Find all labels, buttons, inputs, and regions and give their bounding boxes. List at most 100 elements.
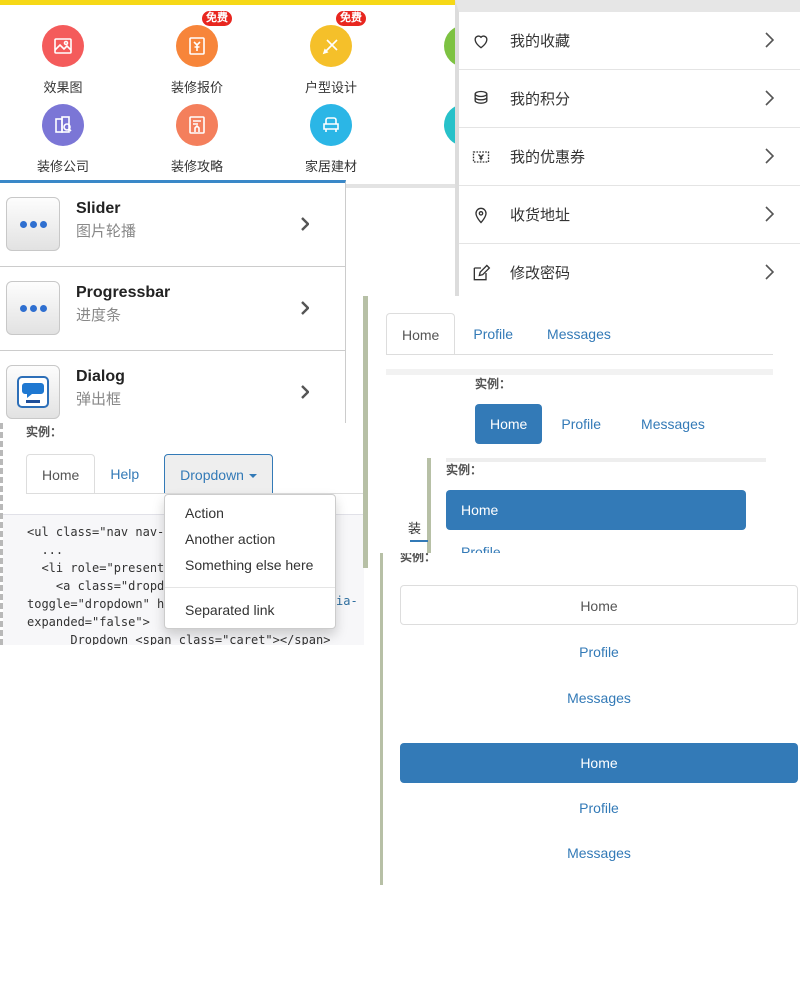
user-menu-panel: 我的收藏 我的积分 我的优惠券 收货地址 修改密码 bbox=[455, 0, 800, 297]
tab-indicator bbox=[410, 540, 428, 542]
more-icon bbox=[444, 25, 455, 67]
pill-messages[interactable]: Messages bbox=[626, 404, 720, 444]
justified-tab-messages[interactable]: Messages bbox=[400, 678, 798, 718]
justified-pill-profile[interactable]: Profile bbox=[400, 788, 798, 828]
category-floorplan[interactable]: 免费 户型设计 bbox=[264, 11, 398, 96]
coupon-icon bbox=[472, 150, 490, 163]
image-icon bbox=[42, 25, 84, 67]
widget-title: Dialog bbox=[76, 368, 125, 385]
menu-label: 收货地址 bbox=[510, 207, 571, 224]
code-line: Dropdown <span class="caret"></span> bbox=[27, 633, 331, 645]
sofa-icon bbox=[310, 104, 352, 146]
free-badge: 免费 bbox=[336, 11, 366, 26]
pill-profile[interactable]: Profile bbox=[546, 404, 616, 444]
nav-tabs: Home Help Dropdown bbox=[26, 454, 273, 494]
chevron-right-icon bbox=[765, 264, 774, 280]
list-item-progressbar[interactable]: Progressbar 进度条 bbox=[0, 267, 345, 351]
price-icon: 免费 bbox=[176, 11, 232, 67]
chevron-right-icon bbox=[301, 301, 309, 315]
tab-help[interactable]: Help bbox=[95, 454, 154, 494]
caret-down-icon bbox=[248, 474, 257, 479]
category-partial[interactable]: 装 bbox=[398, 104, 455, 175]
category-label: 装修攻略 bbox=[170, 159, 223, 174]
category-label: 装 bbox=[398, 156, 455, 175]
divider bbox=[446, 458, 766, 462]
menu-item-address[interactable]: 收货地址 bbox=[459, 186, 800, 244]
divider bbox=[386, 369, 773, 375]
category-label: 效果图 bbox=[43, 80, 83, 95]
dots-icon bbox=[6, 281, 60, 335]
chevron-right-icon bbox=[301, 385, 309, 399]
dropdown-demo-panel: 实例： Home Help Dropdown <ul class="nav na… bbox=[0, 423, 364, 645]
chevron-right-icon bbox=[765, 32, 774, 48]
location-icon bbox=[475, 207, 487, 223]
justified-tab-home[interactable]: Home bbox=[400, 585, 798, 625]
code-line: <li role="present bbox=[27, 561, 165, 575]
justified-tab-profile[interactable]: Profile bbox=[400, 632, 798, 672]
category-effect-image[interactable]: 效果图 bbox=[0, 25, 130, 96]
company-icon bbox=[42, 104, 84, 146]
tab-profile[interactable]: Profile bbox=[455, 313, 531, 355]
menu-item-password[interactable]: 修改密码 bbox=[459, 244, 800, 297]
code-line: <ul class="nav nav- bbox=[27, 525, 165, 539]
list-item-dialog[interactable]: Dialog 弹出框 bbox=[0, 351, 345, 430]
example-label: 实例： bbox=[400, 553, 437, 564]
menu-item-favorites[interactable]: 我的收藏 bbox=[459, 12, 800, 70]
tab-home[interactable]: Home bbox=[26, 454, 96, 494]
category-company[interactable]: 装修公司 bbox=[0, 104, 130, 175]
menu-label: 我的优惠券 bbox=[510, 149, 586, 166]
dialog-icon bbox=[6, 365, 60, 419]
category-materials[interactable]: 家居建材 bbox=[264, 104, 398, 175]
category-label: 装修报价 bbox=[170, 80, 223, 95]
category-grid-panel: 效果图 免费 装修报价 免费 户型设计 装 装修公司 装修攻略 bbox=[0, 0, 455, 188]
category-label: 家居建材 bbox=[304, 159, 357, 174]
chevron-right-icon bbox=[765, 90, 774, 106]
dropdown-item-something-else[interactable]: Something else here bbox=[165, 552, 335, 578]
chevron-right-icon bbox=[301, 217, 309, 231]
tab-home[interactable]: Home bbox=[386, 313, 456, 355]
dropdown-menu: Action Another action Something else her… bbox=[164, 494, 336, 629]
justified-pill-home[interactable]: Home bbox=[400, 743, 798, 783]
example-label: 实例： bbox=[475, 377, 512, 391]
example-label: 实例： bbox=[446, 463, 483, 477]
tab-dropdown[interactable]: Dropdown bbox=[164, 454, 273, 494]
category-label: 装 bbox=[398, 77, 455, 96]
menu-item-points[interactable]: 我的积分 bbox=[459, 70, 800, 128]
tabs-pills-panel: Home Profile Messages 实例： Home Profile M… bbox=[363, 296, 800, 568]
dots-icon bbox=[6, 197, 60, 251]
category-guide[interactable]: 装修攻略 bbox=[130, 104, 264, 175]
category-partial[interactable]: 装 bbox=[398, 25, 455, 96]
edit-icon bbox=[473, 264, 491, 280]
code-line: expanded="false"> bbox=[27, 615, 150, 629]
stacked-pill-home[interactable]: Home bbox=[446, 490, 746, 530]
justified-pill-messages[interactable]: Messages bbox=[400, 833, 798, 873]
tab-underline bbox=[386, 354, 773, 355]
dropdown-item-action[interactable]: Action bbox=[165, 500, 335, 526]
dropdown-item-another-action[interactable]: Another action bbox=[165, 526, 335, 552]
tab-dropdown-label: Dropdown bbox=[180, 467, 244, 483]
widget-subtitle: 图片轮播 bbox=[76, 223, 137, 240]
code-fragment: ia- bbox=[336, 594, 358, 608]
code-line: toggle="dropdown" h bbox=[27, 597, 165, 611]
example-label: 实例： bbox=[26, 425, 63, 439]
top-yellow-bar bbox=[0, 0, 455, 5]
panel-edge bbox=[427, 458, 431, 568]
pill-home[interactable]: Home bbox=[475, 404, 543, 444]
widget-subtitle: 进度条 bbox=[76, 307, 122, 324]
guide-icon bbox=[176, 104, 218, 146]
free-badge: 免费 bbox=[202, 11, 232, 26]
category-label: 装修公司 bbox=[36, 159, 89, 174]
widget-title: Progressbar bbox=[76, 284, 171, 301]
nav-pills: Home Profile Messages bbox=[475, 404, 720, 444]
tab-messages[interactable]: Messages bbox=[531, 313, 627, 355]
menu-label: 我的积分 bbox=[510, 91, 571, 108]
justified-nav-panel: 实例： Home Profile Messages Home Profile M… bbox=[380, 553, 800, 885]
design-icon: 免费 bbox=[310, 11, 366, 67]
coins-icon bbox=[474, 90, 488, 104]
dropdown-item-separated-link[interactable]: Separated link bbox=[165, 597, 335, 623]
menu-item-coupons[interactable]: 我的优惠券 bbox=[459, 128, 800, 186]
code-line: <a class="dropd bbox=[27, 579, 165, 593]
code-line: ... bbox=[27, 543, 64, 557]
list-item-slider[interactable]: Slider 图片轮播 bbox=[0, 183, 345, 267]
category-quote[interactable]: 免费 装修报价 bbox=[130, 11, 264, 96]
